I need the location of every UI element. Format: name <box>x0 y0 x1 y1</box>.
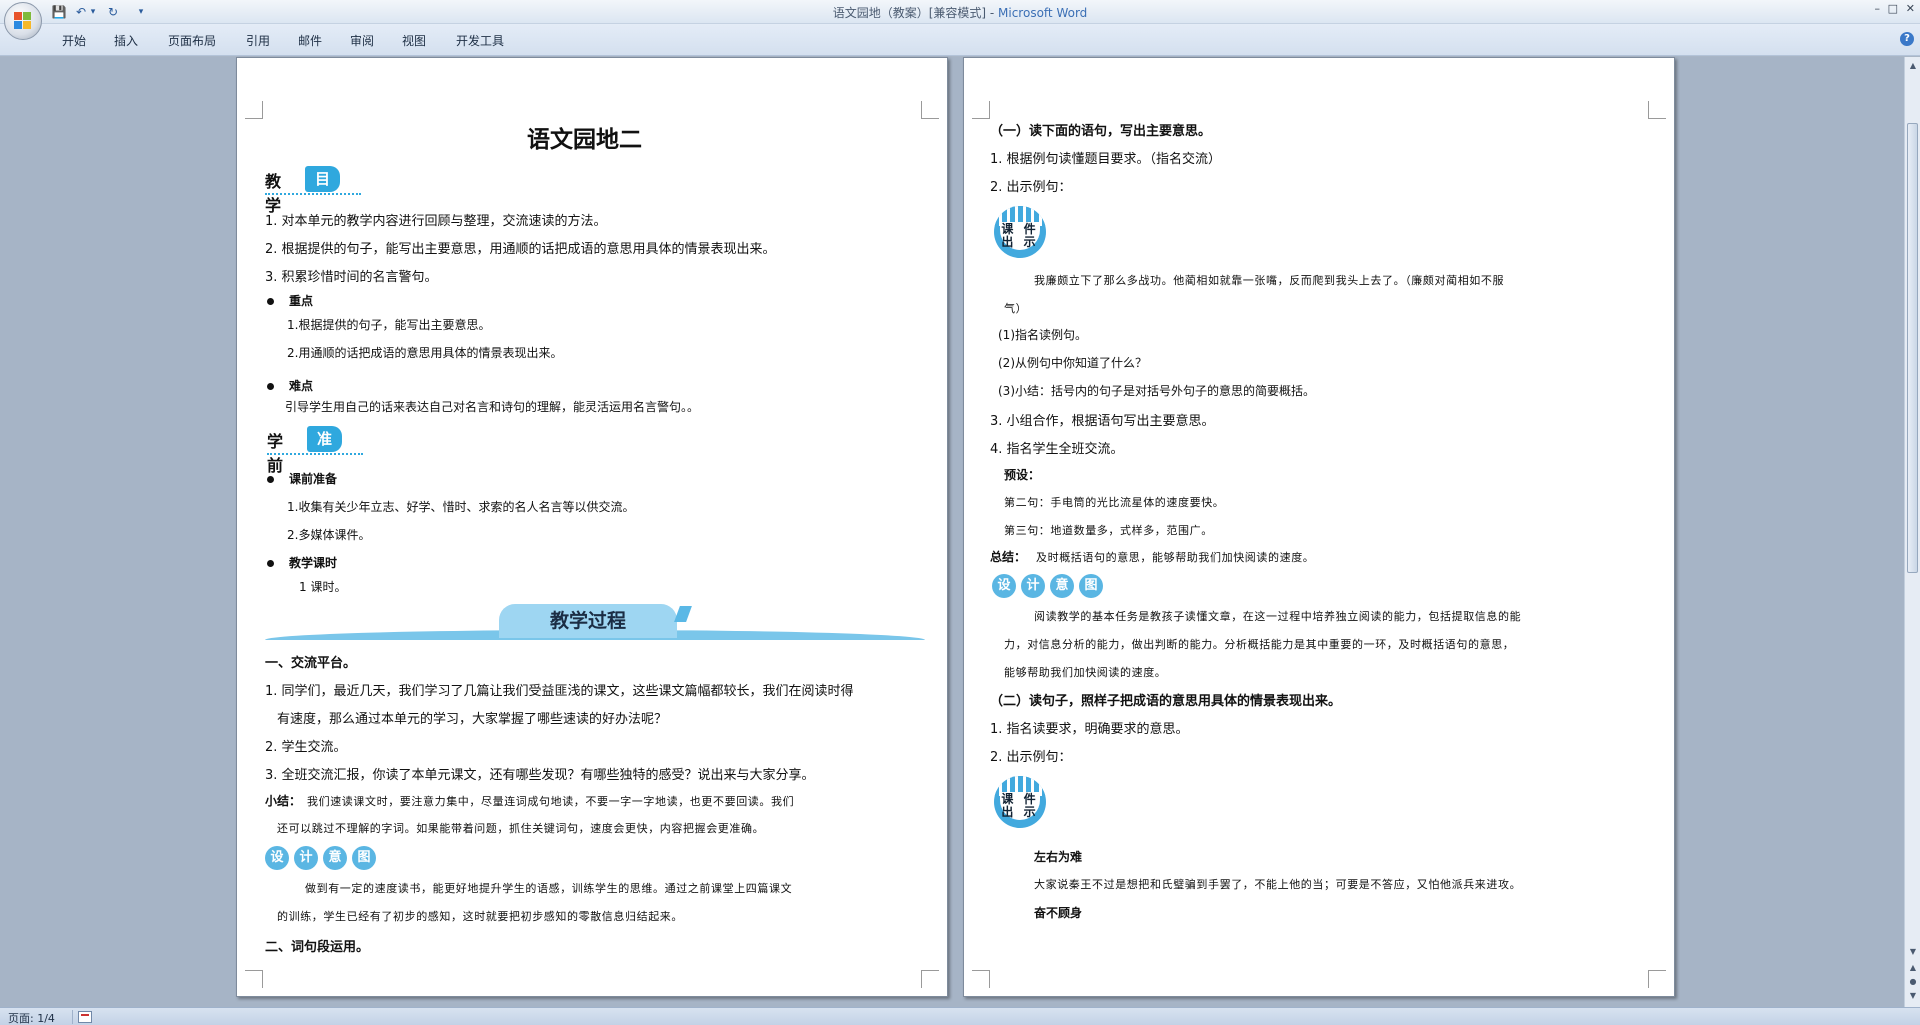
key-point-item: 1.根据提供的句子，能写出主要意思。 <box>287 318 491 332</box>
body-line: 有速度，那么通过本单元的学习，大家掌握了哪些速读的好办法呢？ <box>277 712 668 727</box>
idiom-title: 左右为难 <box>1034 850 1083 864</box>
lesson-time-text: 1 课时。 <box>299 580 347 594</box>
sub-item: (3)小结：括号内的句子是对括号外句子的意思的简要概括。 <box>998 384 1316 398</box>
status-bar: 页面: 1/4 <box>0 1007 1920 1025</box>
goal-item: 3. 积累珍惜时间的名言警句。 <box>265 270 438 285</box>
tab-references[interactable]: 引用 <box>238 30 278 51</box>
document-page-2[interactable]: （一）读下面的语句，写出主要意思。 1. 根据例句读懂题目要求。（指名交流） 2… <box>963 57 1675 997</box>
tab-developer[interactable]: 开发工具 <box>448 30 512 51</box>
prep-item: 1.收集有关少年立志、好学、惜时、求索的名人名言等以供交流。 <box>287 500 635 514</box>
scroll-up-icon[interactable]: ▲ <box>1908 61 1918 70</box>
document-title: 语文园地二 <box>527 126 642 153</box>
vertical-scrollbar[interactable]: ▲ ▼ ▲ ● ▼ <box>1904 57 1920 1007</box>
prep-label: 课前准备 <box>289 472 338 486</box>
margin-corner <box>921 101 939 119</box>
design-line: 阅读教学的基本任务是教孩子读懂文章，在这一过程中培养独立阅读的能力，包括提取信息… <box>1034 610 1522 623</box>
margin-corner <box>1648 101 1666 119</box>
body-line: 1. 指名读要求，明确要求的意思。 <box>990 722 1189 737</box>
lesson-time-label: 教学课时 <box>289 556 338 570</box>
bullet-icon <box>267 560 274 567</box>
total-text: 及时概括语句的意思，能够帮助我们加快阅读的速度。 <box>1036 551 1315 564</box>
window-title: 语文园地（教案）[兼容模式] - Microsoft Word <box>832 6 1088 20</box>
sub-item: (1)指名读例句。 <box>998 328 1087 342</box>
document-page-1[interactable]: 语文园地二 教学 目标 1. 对本单元的教学内容进行回顾与整理，交流速读的方法。… <box>236 57 948 997</box>
margin-corner <box>972 101 990 119</box>
summary-label: 小结： <box>265 794 302 808</box>
example-line: 气） <box>1004 302 1028 315</box>
section-title: （一）读下面的语句，写出主要意思。 <box>990 124 1212 139</box>
idiom-example: 大家说秦王不过是想把和氏璧骗到手罢了，不能上他的当；可要是不答应，又怕他派兵来进… <box>1034 878 1522 891</box>
scroll-down-icon[interactable]: ▼ <box>1908 947 1918 956</box>
prep-item: 2.多媒体课件。 <box>287 528 371 542</box>
sub-item: (2)从例句中你知道了什么？ <box>998 356 1147 370</box>
body-line: 3. 全班交流汇报，你读了本单元课文，还有哪些发现？有哪些独特的感受？说出来与大… <box>265 768 815 783</box>
bullet-icon <box>267 476 274 483</box>
body-line: 2. 出示例句： <box>990 750 1072 765</box>
proofing-icon[interactable] <box>78 1011 92 1023</box>
difficulty-text: 引导学生用自己的话来表达自己对名言和诗句的理解，能灵活运用名言警句。。 <box>285 400 700 414</box>
page-count[interactable]: 页面: 1/4 <box>8 1010 55 1025</box>
design-intent-badge: 设计意图 <box>992 574 1108 600</box>
previous-page-icon[interactable]: ▲ <box>1908 963 1918 972</box>
margin-corner <box>1648 970 1666 988</box>
tab-page-layout[interactable]: 页面布局 <box>160 30 224 51</box>
margin-corner <box>972 970 990 988</box>
body-line: 1. 根据例句读懂题目要求。（指名交流） <box>990 152 1222 167</box>
body-line: 2. 出示例句： <box>990 180 1072 195</box>
office-logo-icon <box>14 12 32 30</box>
key-point-item: 2.用通顺的话把成语的意思用具体的情景表现出来。 <box>287 346 563 360</box>
preset-item: 第三句：地道数量多，式样多，范围广。 <box>1004 524 1213 537</box>
tab-view[interactable]: 视图 <box>394 30 434 51</box>
title-bar: 💾 ↶ ▾ ↻ ▾ 语文园地（教案）[兼容模式] - Microsoft Wor… <box>0 0 1920 40</box>
bullet-icon <box>267 298 274 305</box>
key-points-label: 重点 <box>289 294 314 308</box>
tab-mailings[interactable]: 邮件 <box>290 30 330 51</box>
summary-line: 还可以跳过不理解的字词。如果能带着问题，抓住关键词句，速度会更快，内容把握会更准… <box>277 822 765 835</box>
help-icon[interactable]: ? <box>1900 32 1914 46</box>
tab-home[interactable]: 开始 <box>54 30 94 51</box>
courseware-icon: 课 件 出 示 <box>994 776 1046 828</box>
margin-corner <box>921 970 939 988</box>
preset-item: 第二句：手电筒的光比流星体的速度要快。 <box>1004 496 1225 509</box>
goal-item: 1. 对本单元的教学内容进行回顾与整理，交流速读的方法。 <box>265 214 607 229</box>
section-title: 二、词句段运用。 <box>265 940 370 955</box>
tab-insert[interactable]: 插入 <box>106 30 146 51</box>
tab-review[interactable]: 审阅 <box>342 30 382 51</box>
design-line: 力，对信息分析的能力，做出判断的能力。分析概括能力是其中重要的一环，及时概括语句… <box>1004 638 1515 651</box>
example-line: 我廉颇立下了那么多战功。他蔺相如就靠一张嘴，反而爬到我头上去了。（廉颇对蔺相如不… <box>1034 274 1505 287</box>
body-line: 2. 学生交流。 <box>265 740 347 755</box>
restore-button[interactable]: □ <box>1888 2 1898 15</box>
design-line: 做到有一定的速度读书，能更好地提升学生的语感，训练学生的思维。通过之前课堂上四篇… <box>305 882 793 895</box>
margin-corner <box>245 101 263 119</box>
minimize-button[interactable]: – <box>1875 2 1881 15</box>
section-title: （二）读句子，照样子把成语的意思用具体的情景表现出来。 <box>990 694 1342 709</box>
difficulty-label: 难点 <box>289 379 314 393</box>
goal-item: 2. 根据提供的句子，能写出主要意思，用通顺的话把成语的意思用具体的情景表现出来… <box>265 242 776 257</box>
ribbon-tabs: 开始 插入 页面布局 引用 邮件 审阅 视图 开发工具 ? <box>0 24 1920 56</box>
total-label: 总结： <box>990 550 1027 564</box>
office-button[interactable] <box>4 2 42 40</box>
body-line: 1. 同学们，最近几天，我们学习了几篇让我们受益匪浅的课文，这些课文篇幅都较长，… <box>265 684 854 699</box>
next-page-icon[interactable]: ▼ <box>1908 991 1918 1000</box>
design-line: 能够帮助我们加快阅读的速度。 <box>1004 666 1167 679</box>
scroll-thumb[interactable] <box>1907 123 1918 573</box>
close-button[interactable]: ✕ <box>1906 2 1915 15</box>
body-line: 4. 指名学生全班交流。 <box>990 442 1124 457</box>
select-browse-object-icon[interactable]: ● <box>1908 977 1918 986</box>
design-intent-badge: 设计意图 <box>265 846 381 872</box>
idiom-title: 奋不顾身 <box>1034 906 1083 920</box>
body-line: 3. 小组合作，根据语句写出主要意思。 <box>990 414 1215 429</box>
document-workspace: 语文园地二 教学 目标 1. 对本单元的教学内容进行回顾与整理，交流速读的方法。… <box>0 57 1904 1007</box>
margin-corner <box>245 970 263 988</box>
bullet-icon <box>267 383 274 390</box>
summary-line: 我们速读课文时，要注意力集中，尽量连词成句地读，不要一字一字地读，也更不要回读。… <box>307 795 795 808</box>
preset-label: 预设： <box>1004 468 1041 482</box>
design-line: 的训练，学生已经有了初步的感知，这时就要把初步感知的零散信息归结起来。 <box>277 910 683 923</box>
section-title: 一、交流平台。 <box>265 656 357 671</box>
courseware-icon: 课 件 出 示 <box>994 206 1046 258</box>
